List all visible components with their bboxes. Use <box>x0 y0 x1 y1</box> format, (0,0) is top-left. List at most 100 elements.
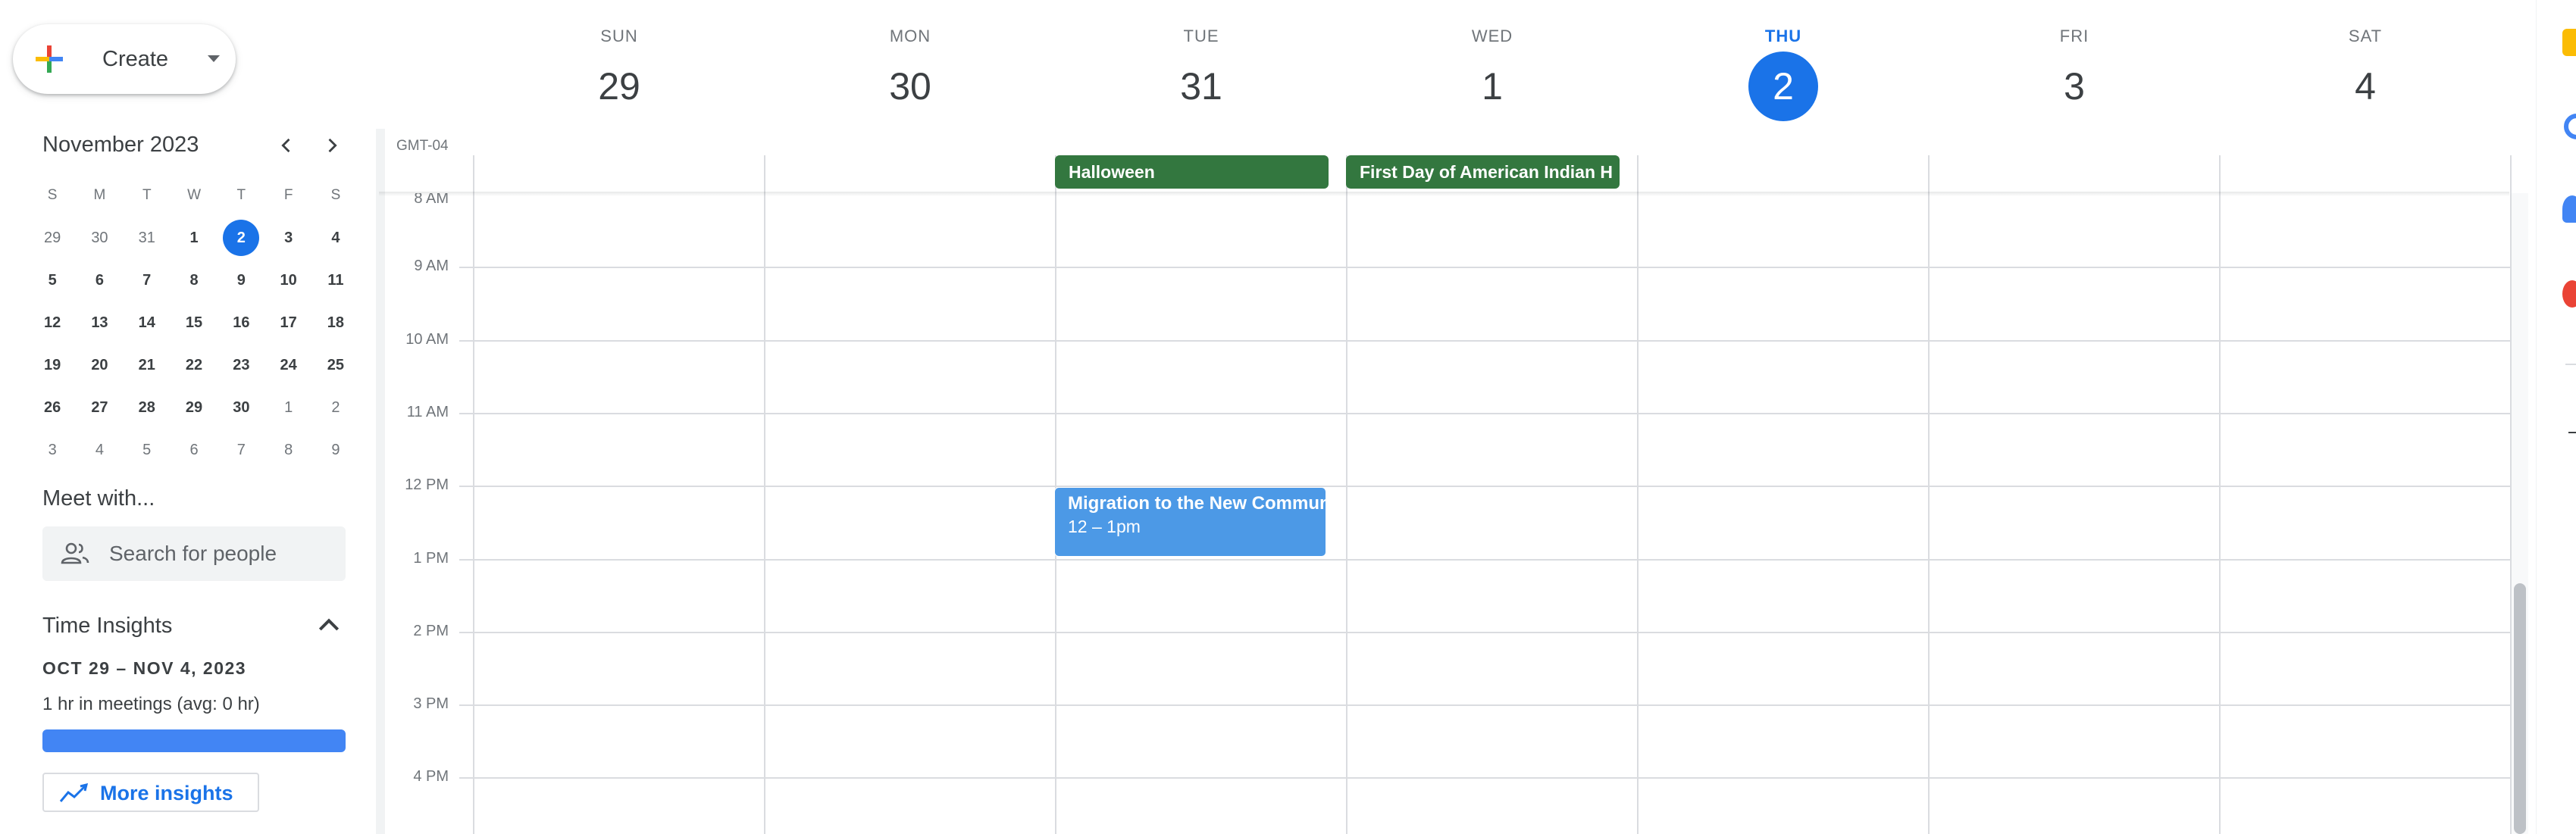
mini-day[interactable]: 22 <box>171 347 218 383</box>
mini-day[interactable]: 14 <box>124 305 171 341</box>
meetings-progress-fill <box>42 729 346 752</box>
hour-gridline <box>474 413 2511 414</box>
mini-day[interactable]: 6 <box>76 262 123 298</box>
mini-day[interactable]: 12 <box>29 305 76 341</box>
mini-day[interactable]: 1 <box>264 389 311 426</box>
grid-scrollbar-thumb[interactable] <box>2514 583 2526 834</box>
mini-day-number: 15 <box>185 314 203 331</box>
tasks-icon[interactable] <box>2564 114 2576 139</box>
mini-day[interactable]: 30 <box>218 389 264 426</box>
hour-gridline <box>474 267 2511 268</box>
mini-day-number: 18 <box>327 314 345 331</box>
mini-day[interactable]: 4 <box>312 220 359 256</box>
plus-icon <box>36 45 63 73</box>
day-name: WED <box>1471 27 1513 45</box>
mini-day[interactable]: 31 <box>124 220 171 256</box>
mini-day[interactable]: 6 <box>171 432 218 468</box>
mini-day-number: 5 <box>48 271 57 289</box>
mini-day-number: 6 <box>189 441 199 458</box>
mini-day[interactable]: 27 <box>76 389 123 426</box>
day-number[interactable]: 4 <box>2330 52 2400 121</box>
mini-day[interactable]: 29 <box>29 220 76 256</box>
hour-tick <box>459 413 474 414</box>
mini-day[interactable]: 24 <box>264 347 311 383</box>
mini-day[interactable]: 5 <box>29 262 76 298</box>
mini-day-number: 3 <box>48 441 57 458</box>
mini-day[interactable]: 29 <box>171 389 218 426</box>
timed-event[interactable]: Migration to the New Communi 12 – 1pm <box>1054 487 1326 557</box>
mini-day[interactable]: 4 <box>76 432 123 468</box>
mini-weekday-label: T <box>236 187 246 203</box>
day-number[interactable]: 29 <box>584 52 654 121</box>
meetings-progress-bar[interactable] <box>42 729 346 752</box>
mini-week-row: 12 13 14 15 16 17 18 <box>29 301 362 344</box>
all-day-separator <box>379 192 2509 196</box>
hour-gridline <box>474 486 2511 487</box>
all-day-event[interactable]: Halloween <box>1055 155 1329 189</box>
mini-day[interactable]: 11 <box>312 262 359 298</box>
next-month-button[interactable] <box>317 130 347 161</box>
mini-day[interactable]: 21 <box>124 347 171 383</box>
more-insights-button[interactable]: More insights <box>42 773 259 812</box>
mini-day[interactable]: 8 <box>171 262 218 298</box>
people-search-box[interactable] <box>42 526 346 581</box>
day-number[interactable]: 31 <box>1166 52 1236 121</box>
mini-day-number: 25 <box>327 356 345 373</box>
mini-day[interactable]: 25 <box>312 347 359 383</box>
prev-month-button[interactable] <box>271 130 302 161</box>
mini-day-today[interactable]: 2 <box>218 220 264 256</box>
day-column-divider <box>764 155 765 834</box>
mini-week-row: 3 4 5 6 7 8 9 <box>29 429 362 471</box>
mini-day[interactable]: 20 <box>76 347 123 383</box>
mini-day[interactable]: 17 <box>264 305 311 341</box>
mini-day[interactable]: 18 <box>312 305 359 341</box>
mini-day[interactable]: 9 <box>312 432 359 468</box>
mini-day[interactable]: 3 <box>264 220 311 256</box>
get-addons-icon[interactable] <box>2568 432 2576 433</box>
people-icon <box>61 542 89 564</box>
mini-day-number: 23 <box>233 356 250 373</box>
caret-down-icon[interactable] <box>208 55 220 62</box>
mini-day[interactable]: 9 <box>218 262 264 298</box>
maps-icon[interactable] <box>2562 280 2576 308</box>
mini-day[interactable]: 7 <box>218 432 264 468</box>
hour-label: 10 AM <box>405 331 449 348</box>
mini-day-number: 13 <box>91 314 108 331</box>
event-title: Migration to the New Communi <box>1068 493 1326 514</box>
mini-day[interactable]: 2 <box>312 389 359 426</box>
keep-icon[interactable] <box>2562 29 2576 56</box>
mini-day[interactable]: 7 <box>124 262 171 298</box>
mini-day[interactable]: 1 <box>171 220 218 256</box>
people-search-input[interactable] <box>109 537 336 570</box>
day-number[interactable]: 30 <box>875 52 945 121</box>
mini-week-row: 19 20 21 22 23 24 25 <box>29 344 362 386</box>
chevron-up-icon[interactable] <box>314 611 344 641</box>
day-number[interactable]: 1 <box>1457 52 1527 121</box>
mini-day[interactable]: 30 <box>76 220 123 256</box>
mini-day[interactable]: 5 <box>124 432 171 468</box>
mini-day[interactable]: 19 <box>29 347 76 383</box>
mini-day[interactable]: 15 <box>171 305 218 341</box>
mini-day[interactable]: 28 <box>124 389 171 426</box>
day-number[interactable]: 3 <box>2039 52 2109 121</box>
mini-day[interactable]: 3 <box>29 432 76 468</box>
mini-day[interactable]: 10 <box>264 262 311 298</box>
mini-day-number: 22 <box>185 356 203 373</box>
meet-with-title: Meet with... <box>42 486 155 511</box>
day-number[interactable]: 2 <box>1748 52 1818 121</box>
hour-gridline <box>474 340 2511 342</box>
hour-gridline <box>474 559 2511 561</box>
contacts-icon[interactable] <box>2562 195 2576 223</box>
all-day-event[interactable]: First Day of American Indian H <box>1346 155 1620 189</box>
mini-day-number: 7 <box>142 271 152 289</box>
day-header-mon: MON 30 <box>765 26 1056 121</box>
mini-day[interactable]: 8 <box>264 432 311 468</box>
mini-day[interactable]: 23 <box>218 347 264 383</box>
create-button[interactable]: Create <box>13 24 236 94</box>
insights-icon <box>59 783 89 802</box>
mini-day[interactable]: 16 <box>218 305 264 341</box>
mini-day-number: 27 <box>91 398 108 416</box>
hour-tick <box>459 777 474 779</box>
mini-day[interactable]: 13 <box>76 305 123 341</box>
mini-day[interactable]: 26 <box>29 389 76 426</box>
